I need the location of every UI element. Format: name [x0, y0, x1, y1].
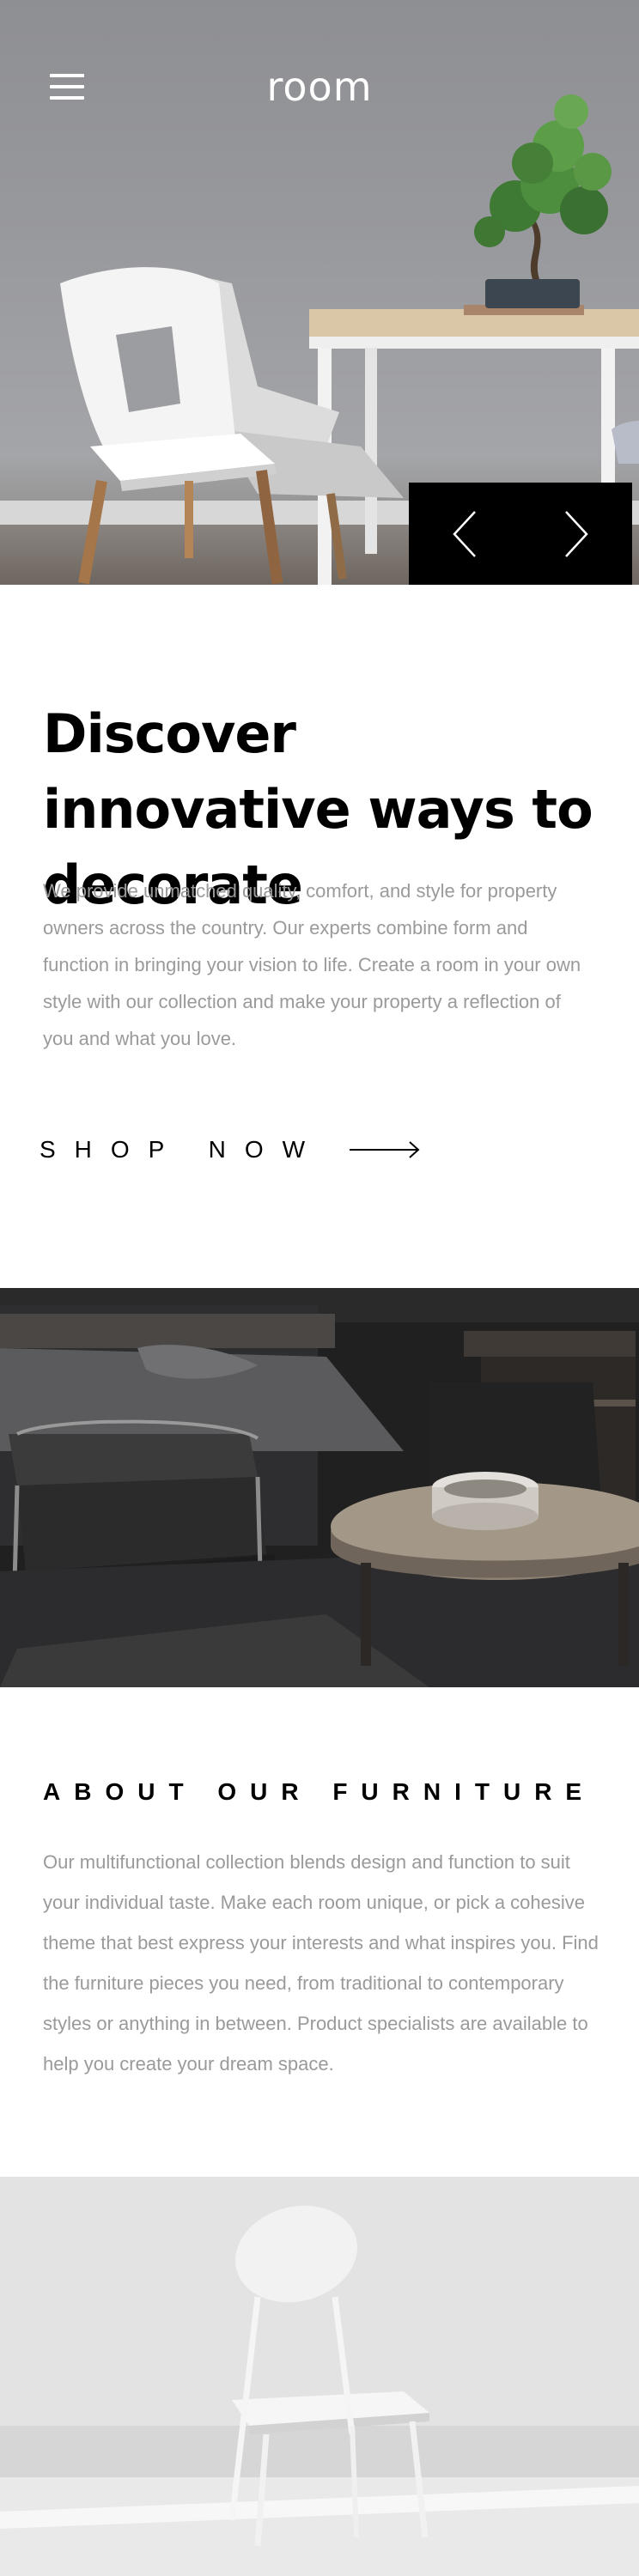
chevron-right-icon [565, 510, 588, 557]
discover-section: Discover innovative ways to decorate We … [0, 585, 639, 1288]
slider-nav [409, 483, 632, 585]
arrow-right-icon [350, 1141, 420, 1158]
white-chair-illustration [0, 2177, 639, 2576]
chevron-left-icon [453, 510, 476, 557]
about-section: ABOUT OUR FURNITURE Our multifunctional … [0, 1687, 639, 2177]
light-interior-image [0, 2177, 639, 2576]
shop-now-link[interactable]: SHOP NOW [40, 1136, 420, 1163]
dark-interior-image [0, 1288, 639, 1687]
slider-prev-button[interactable] [409, 483, 520, 585]
site-logo[interactable]: room [0, 64, 639, 110]
dark-interior-illustration [0, 1288, 639, 1687]
about-description: Our multifunctional collection blends de… [43, 1851, 599, 2075]
hero-section: room [0, 0, 639, 585]
about-title: ABOUT OUR FURNITURE [43, 1778, 596, 1805]
shop-now-label: SHOP NOW [40, 1136, 325, 1163]
discover-description: We provide unmatched quality, comfort, a… [43, 880, 581, 1049]
bonsai-illustration [464, 94, 612, 315]
slider-next-button[interactable] [520, 483, 632, 585]
